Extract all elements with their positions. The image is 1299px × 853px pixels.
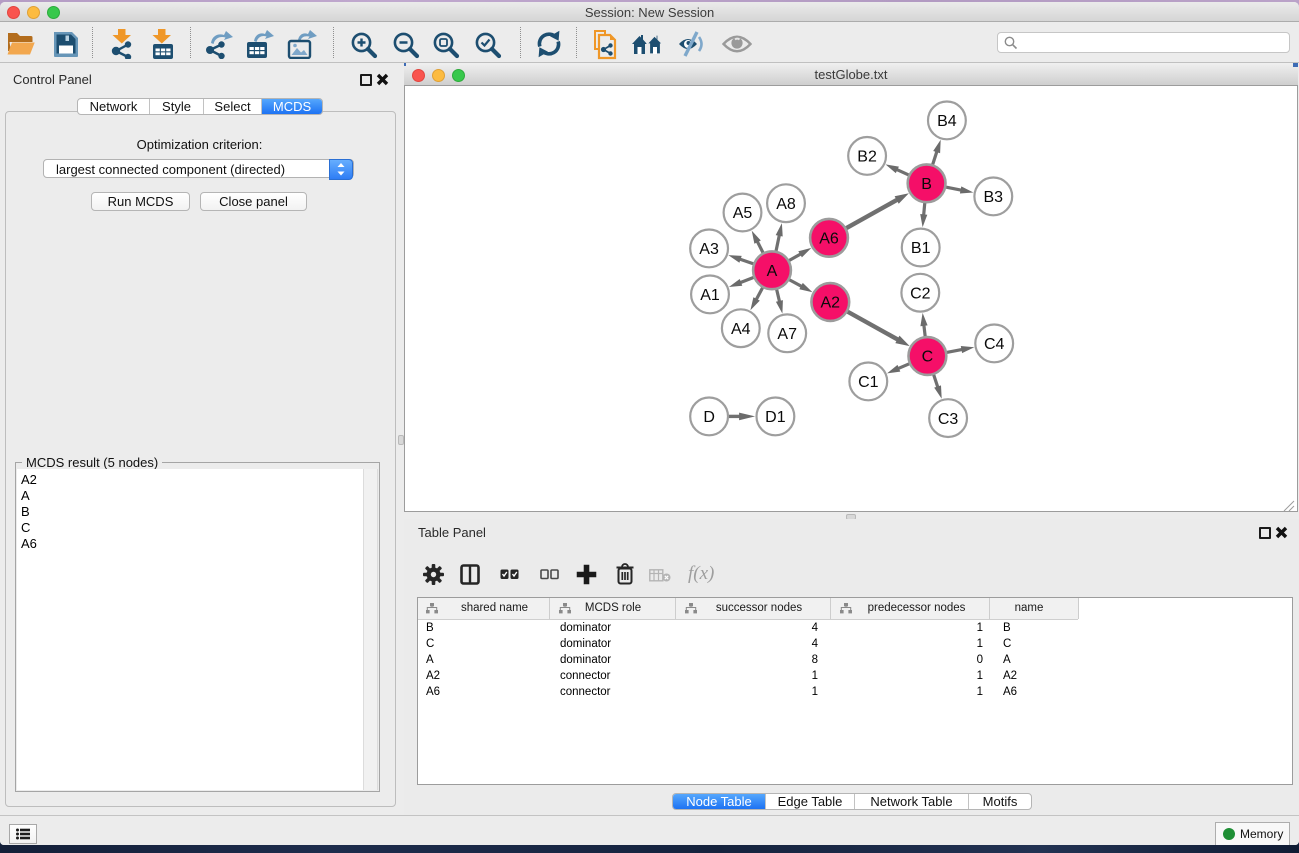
svg-text:B1: B1 (911, 240, 931, 257)
svg-text:A: A (767, 263, 778, 280)
svg-text:A4: A4 (731, 321, 751, 338)
svg-text:A8: A8 (776, 196, 796, 213)
svg-text:B3: B3 (984, 189, 1004, 206)
svg-text:D: D (703, 409, 715, 426)
svg-text:A6: A6 (819, 231, 839, 248)
svg-text:D1: D1 (765, 409, 786, 426)
svg-text:A3: A3 (699, 241, 719, 258)
svg-text:C1: C1 (858, 374, 879, 391)
svg-text:C2: C2 (910, 285, 931, 302)
svg-text:B: B (921, 176, 932, 193)
svg-text:C4: C4 (984, 336, 1005, 353)
svg-text:A5: A5 (733, 205, 753, 222)
svg-text:B4: B4 (937, 113, 957, 130)
svg-text:C: C (922, 349, 934, 366)
svg-text:B2: B2 (857, 149, 877, 166)
svg-text:A7: A7 (777, 326, 797, 343)
svg-text:A2: A2 (821, 295, 841, 312)
svg-text:A1: A1 (700, 287, 720, 304)
svg-text:C3: C3 (938, 411, 959, 428)
